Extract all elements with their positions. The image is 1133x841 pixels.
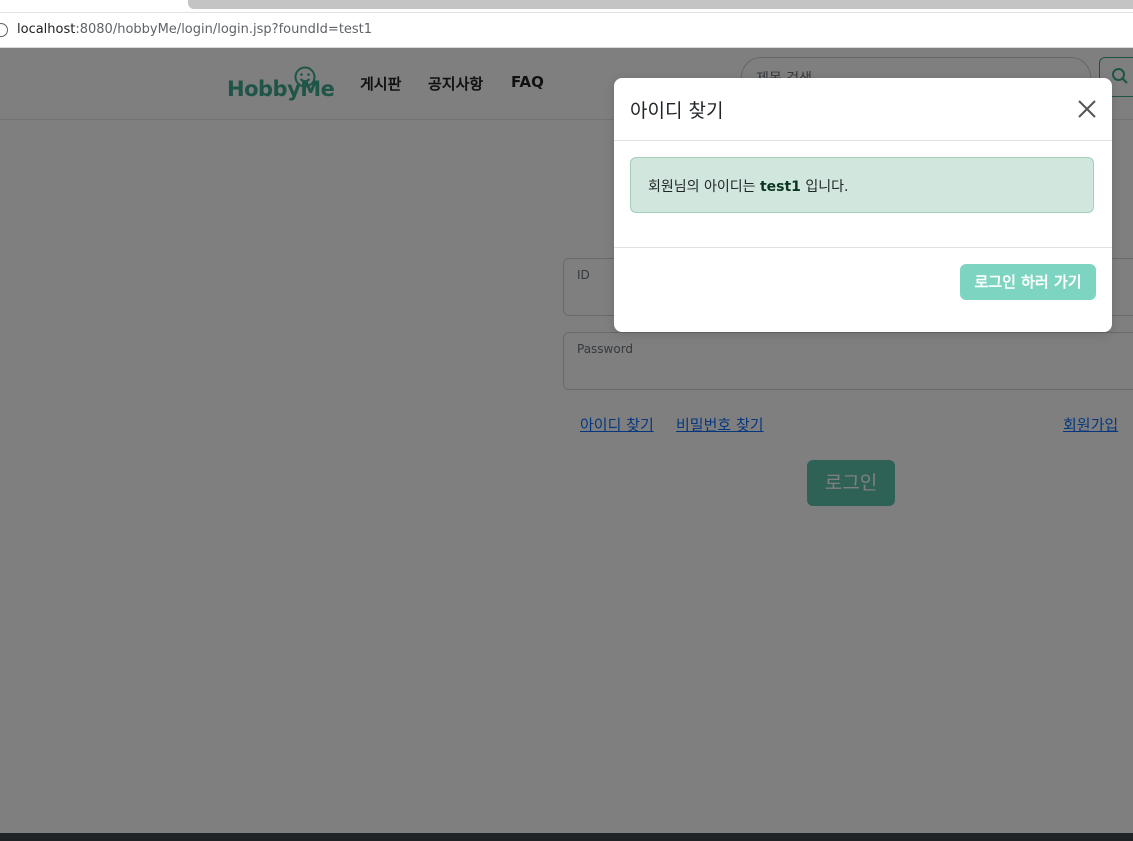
url-path: :8080/hobbyMe/login/login.jsp?foundId=te… bbox=[75, 22, 373, 37]
find-id-modal: 아이디 찾기 회원님의 아이디는 test1 입니다. 로그인 하러 가기 bbox=[614, 78, 1112, 332]
address-bar[interactable]: localhost:8080/hobbyMe/login/login.jsp?f… bbox=[0, 12, 1133, 48]
modal-header: 아이디 찾기 bbox=[614, 78, 1112, 141]
bottom-bar bbox=[0, 833, 1133, 841]
modal-footer: 로그인 하러 가기 bbox=[614, 247, 1112, 333]
address-url[interactable]: localhost:8080/hobbyMe/login/login.jsp?f… bbox=[17, 22, 372, 37]
result-alert: 회원님의 아이디는 test1 입니다. bbox=[630, 157, 1094, 213]
url-host: localhost bbox=[17, 22, 76, 37]
found-id: test1 bbox=[759, 179, 801, 195]
tab-strip bbox=[0, 0, 1133, 12]
site-info-icon[interactable] bbox=[0, 23, 8, 37]
tab-strip-scrollbar[interactable] bbox=[188, 0, 1133, 9]
go-login-button[interactable]: 로그인 하러 가기 bbox=[960, 264, 1096, 300]
close-icon[interactable] bbox=[1077, 99, 1097, 119]
message-prefix: 회원님의 아이디는 bbox=[648, 179, 760, 195]
message-suffix: 입니다. bbox=[800, 179, 849, 195]
result-message: 회원님의 아이디는 test1 입니다. bbox=[648, 176, 848, 196]
modal-title: 아이디 찾기 bbox=[630, 100, 724, 122]
